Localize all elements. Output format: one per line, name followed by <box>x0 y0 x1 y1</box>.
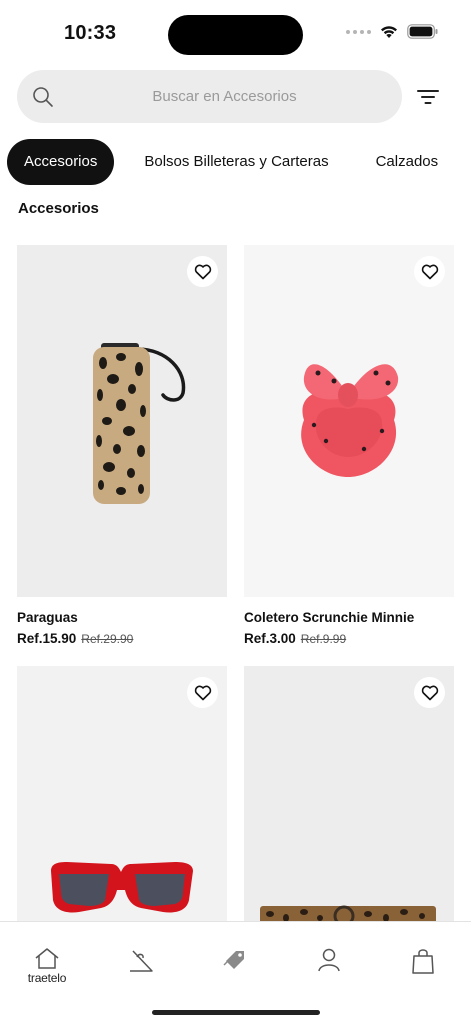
price-row: Ref.15.90 Ref.29.90 <box>17 631 227 646</box>
favorite-button[interactable] <box>414 677 445 708</box>
heart-icon <box>421 264 438 279</box>
tab-profile[interactable] <box>305 947 353 987</box>
tab-cart[interactable] <box>399 947 447 987</box>
product-image[interactable] <box>17 245 227 597</box>
product-price: Ref.15.90 <box>17 631 77 646</box>
status-bar: 10:33 <box>0 0 471 62</box>
tab-bolsos-billeteras-carteras[interactable]: Bolsos Billeteras y Carteras <box>144 139 328 185</box>
product-name: Coletero Scrunchie Minnie <box>244 610 415 625</box>
hanger-icon <box>130 950 153 972</box>
favorite-button[interactable] <box>414 256 445 287</box>
status-icons <box>346 24 439 39</box>
status-time: 10:33 <box>64 22 117 44</box>
product-old-price: Ref.29.90 <box>81 632 134 646</box>
tab-offers[interactable] <box>211 947 259 987</box>
search-box[interactable] <box>17 70 402 123</box>
heart-icon <box>421 685 438 700</box>
home-indicator <box>152 1010 320 1015</box>
product-name: Paraguas <box>17 610 78 625</box>
home-icon <box>35 948 59 969</box>
product-price: Ref.3.00 <box>244 631 296 646</box>
search-icon <box>33 87 53 107</box>
search-row <box>17 70 457 124</box>
heart-icon <box>194 264 211 279</box>
product-old-price: Ref.9.99 <box>300 632 347 646</box>
wifi-icon <box>381 26 397 38</box>
product-card[interactable]: Coletero Scrunchie Minnie Ref.3.00 Ref.9… <box>244 245 454 646</box>
favorite-button[interactable] <box>187 256 218 287</box>
search-input[interactable] <box>17 70 402 123</box>
product-image[interactable] <box>244 245 454 597</box>
battery-icon <box>407 24 438 39</box>
section-title: Accesorios <box>18 200 99 217</box>
scrunchie-image <box>301 364 399 477</box>
tab-catalog[interactable] <box>117 947 165 987</box>
dynamic-island <box>168 15 303 55</box>
tab-home[interactable]: traetelo <box>23 947 71 987</box>
filter-button[interactable] <box>413 83 443 111</box>
bottom-tab-bar: traetelo <box>0 921 471 1024</box>
favorite-button[interactable] <box>187 677 218 708</box>
product-card[interactable]: Paraguas Ref.15.90 Ref.29.90 <box>17 245 227 646</box>
filter-icon <box>417 90 439 104</box>
category-tabs: Accesorios Bolsos Billeteras y Carteras … <box>7 139 438 185</box>
brand-label: traetelo <box>27 971 67 985</box>
tab-accesorios[interactable]: Accesorios <box>7 139 115 185</box>
price-row: Ref.3.00 Ref.9.99 <box>244 631 454 646</box>
tag-icon <box>223 951 244 969</box>
tab-calzados[interactable]: Calzados <box>376 139 439 185</box>
heart-icon <box>194 685 211 700</box>
cellular-signal-icon <box>346 29 371 34</box>
umbrella-image <box>93 343 186 504</box>
shopping-bag-icon <box>412 949 434 974</box>
profile-icon <box>318 948 340 972</box>
